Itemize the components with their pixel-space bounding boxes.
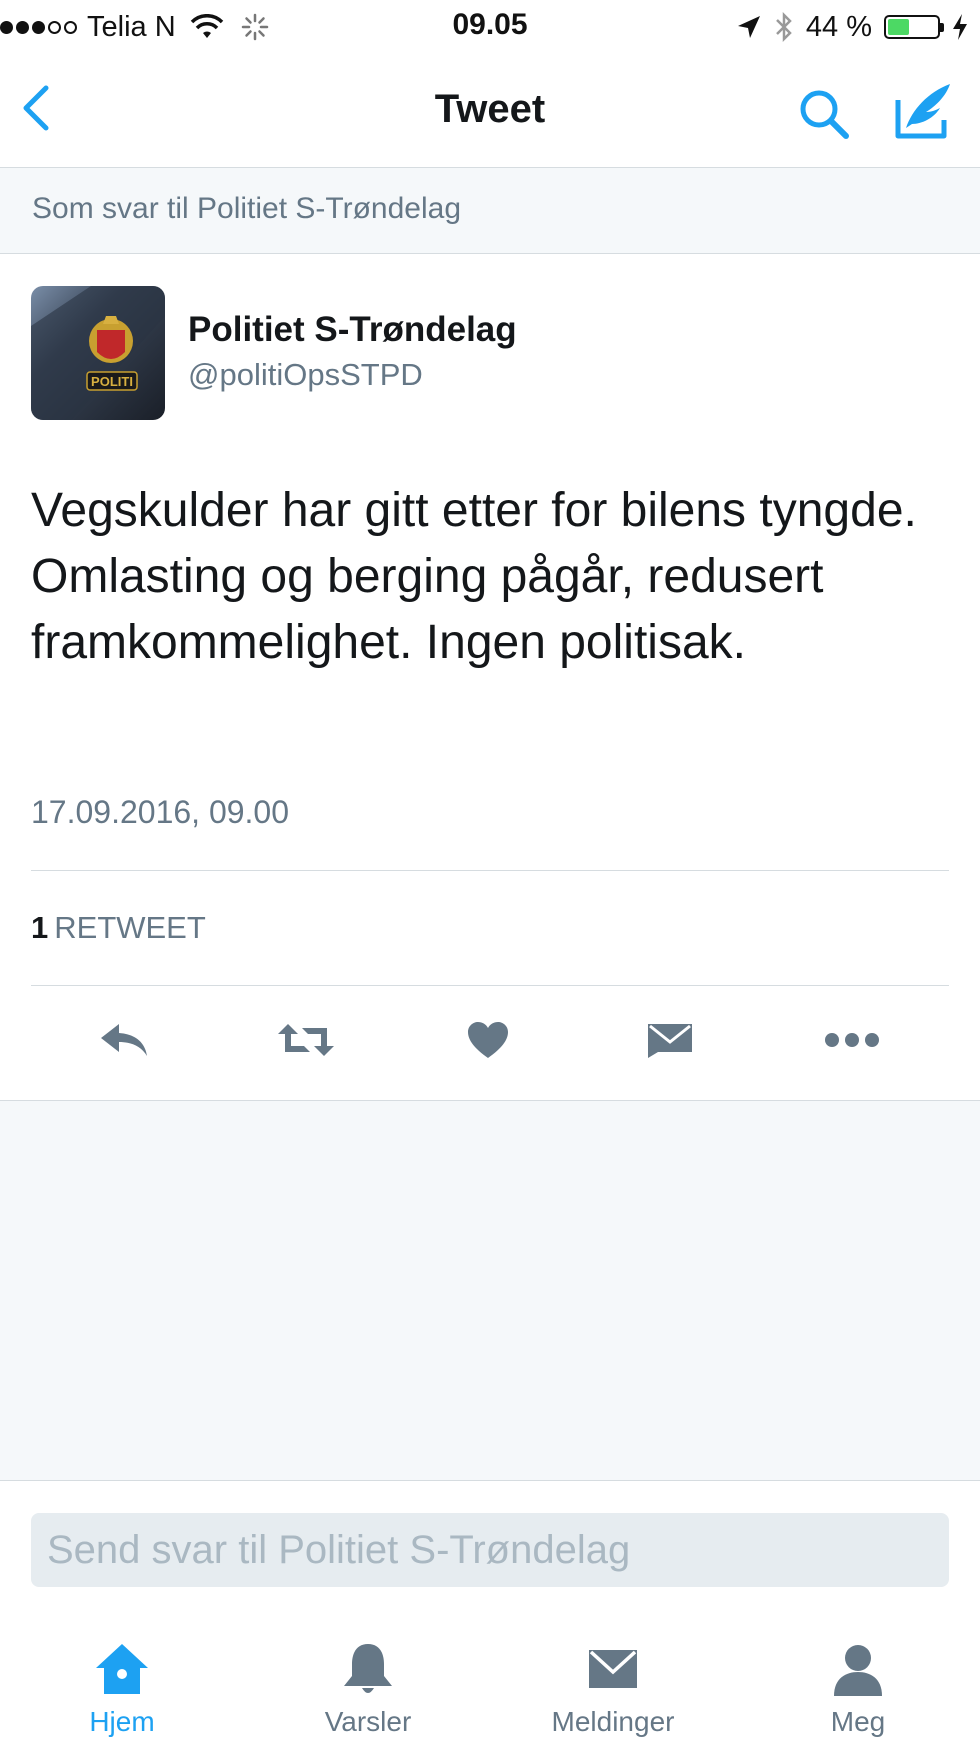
retweet-label: RETWEET [54, 910, 206, 945]
tab-notifications[interactable]: Varsler [278, 1640, 458, 1738]
svg-text:POLITI: POLITI [91, 374, 133, 389]
search-icon[interactable] [796, 86, 852, 142]
retweet-icon[interactable] [276, 1010, 336, 1070]
person-icon [834, 1645, 882, 1696]
tab-label: Meldinger [551, 1706, 675, 1737]
location-arrow-icon [737, 16, 760, 38]
avatar[interactable]: POLITI [31, 286, 165, 420]
divider [31, 870, 949, 871]
more-icon[interactable] [822, 1010, 882, 1070]
reply-composer [0, 1480, 980, 1600]
direct-message-icon[interactable] [640, 1010, 700, 1070]
tab-label: Varsler [324, 1706, 412, 1737]
author-handle[interactable]: @politiOpsSTPD [188, 357, 423, 393]
tab-bar: Hjem Varsler Meldinger Meg [0, 1600, 980, 1743]
tweet-text: Vegskulder har gitt etter for bilens tyn… [31, 484, 917, 669]
compose-icon[interactable] [892, 80, 954, 142]
battery-icon [884, 15, 944, 39]
tab-label: Hjem [89, 1706, 155, 1737]
retweet-count: 1 [31, 910, 49, 945]
reply-input[interactable] [31, 1513, 949, 1587]
charging-bolt-icon [953, 14, 967, 40]
tweet-timestamp: 17.09.2016, 09.00 [31, 794, 290, 830]
status-bar: Telia N 09.05 44 % [0, 0, 980, 54]
divider [31, 985, 949, 986]
bluetooth-icon [776, 11, 792, 43]
retweet-stats[interactable]: 1 RETWEET [31, 910, 206, 946]
tab-messages[interactable]: Meldinger [523, 1640, 703, 1738]
tab-label: Meg [830, 1706, 886, 1737]
author-name[interactable]: Politiet S-Trøndelag [188, 310, 517, 350]
reply-icon[interactable] [94, 1010, 154, 1070]
navigation-bar: Tweet [0, 54, 980, 168]
tab-me[interactable]: Meg [768, 1640, 948, 1738]
status-right: 44 % [736, 8, 968, 46]
battery-percentage: 44 % [805, 10, 872, 43]
tweet-actions [0, 1010, 980, 1080]
police-badge-avatar-icon: POLITI [31, 286, 165, 420]
reply-context[interactable]: Som svar til Politiet S-Trøndelag [0, 168, 980, 254]
envelope-icon [589, 1650, 637, 1688]
empty-replies-area [0, 1100, 980, 1480]
bell-icon [344, 1644, 392, 1693]
tab-home[interactable]: Hjem [32, 1640, 212, 1738]
home-icon [96, 1644, 148, 1694]
like-icon[interactable] [458, 1010, 518, 1070]
